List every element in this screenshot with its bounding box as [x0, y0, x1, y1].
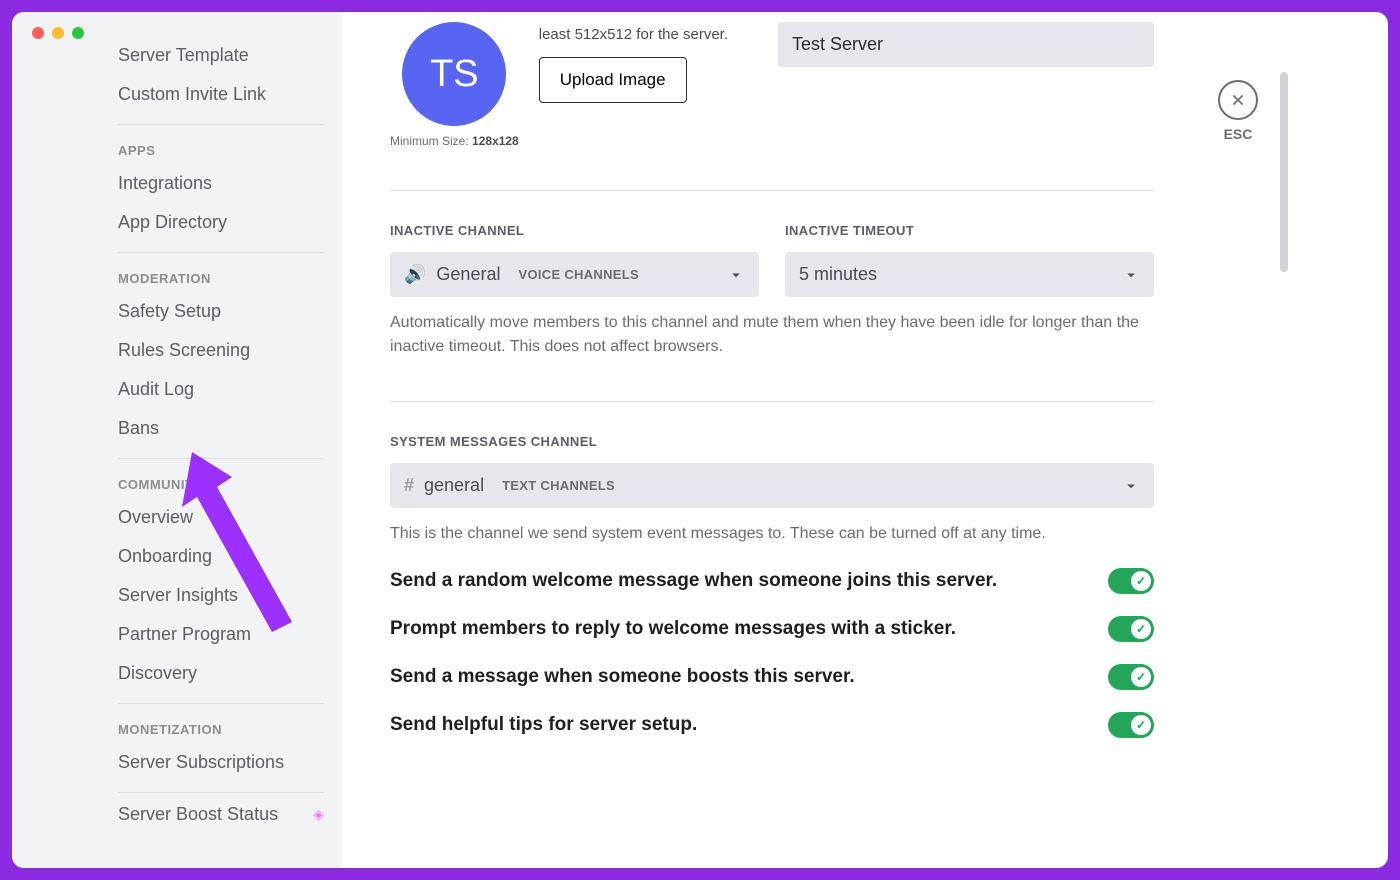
- sidebar-item-app-directory[interactable]: App Directory: [118, 203, 324, 242]
- hash-icon: #: [404, 475, 414, 496]
- toggle-tips[interactable]: ✓: [1108, 712, 1154, 738]
- toggle-row-sticker: Prompt members to reply to welcome messa…: [390, 616, 1154, 642]
- sidebar-header-community: COMMUNITY: [118, 461, 324, 498]
- chevron-down-icon: [727, 266, 745, 284]
- server-avatar[interactable]: TS: [402, 22, 506, 126]
- system-help-text: This is the channel we send system event…: [390, 522, 1154, 546]
- inactive-help-text: Automatically move members to this chann…: [390, 311, 1154, 359]
- inactive-channel-select[interactable]: 🔊 General VOICE CHANNELS: [390, 252, 759, 297]
- select-value: General: [436, 264, 500, 285]
- settings-sidebar: Server Template Custom Invite Link APPS …: [12, 12, 342, 868]
- sidebar-item-server-insights[interactable]: Server Insights: [118, 576, 324, 615]
- toggle-welcome[interactable]: ✓: [1108, 568, 1154, 594]
- server-name-input[interactable]: [778, 22, 1154, 67]
- sidebar-item-partner-program[interactable]: Partner Program: [118, 615, 324, 654]
- sidebar-item-audit-log[interactable]: Audit Log: [118, 370, 324, 409]
- window-minimize-icon[interactable]: [52, 27, 64, 39]
- scroll-thumb[interactable]: [1280, 72, 1288, 272]
- inactive-channel-label: INACTIVE CHANNEL: [390, 223, 759, 238]
- toggle-label: Prompt members to reply to welcome messa…: [390, 618, 956, 640]
- speaker-icon: 🔊: [404, 264, 426, 285]
- titlebar: [18, 18, 98, 48]
- select-subtext: TEXT CHANNELS: [502, 478, 615, 493]
- toggle-sticker[interactable]: ✓: [1108, 616, 1154, 642]
- sidebar-item-server-subscriptions[interactable]: Server Subscriptions: [118, 743, 324, 782]
- sidebar-item-safety-setup[interactable]: Safety Setup: [118, 292, 324, 331]
- min-size-note: Minimum Size: 128x128: [390, 134, 519, 148]
- chevron-down-icon: [1122, 477, 1140, 495]
- sidebar-item-label: Server Boost Status: [118, 804, 278, 825]
- toggle-boost[interactable]: ✓: [1108, 664, 1154, 690]
- sidebar-header-monetization: MONETIZATION: [118, 706, 324, 743]
- select-value: general: [424, 475, 484, 496]
- divider: [118, 703, 324, 704]
- scrollbar[interactable]: [1280, 22, 1288, 858]
- chevron-down-icon: [1122, 266, 1140, 284]
- sidebar-item-integrations[interactable]: Integrations: [118, 164, 324, 203]
- toggle-label: Send a message when someone boosts this …: [390, 666, 855, 688]
- window-close-icon[interactable]: [32, 27, 44, 39]
- size-recommendation: least 512x512 for the server.: [539, 26, 728, 43]
- sidebar-item-custom-invite-link[interactable]: Custom Invite Link: [118, 75, 324, 114]
- sidebar-item-overview[interactable]: Overview: [118, 498, 324, 537]
- esc-label: ESC: [1202, 126, 1274, 142]
- toggle-label: Send a random welcome message when someo…: [390, 570, 997, 592]
- content-area: TS Minimum Size: 128x128 least 512x512 f…: [342, 12, 1388, 868]
- divider: [390, 190, 1154, 191]
- select-value: 5 minutes: [799, 264, 877, 285]
- sidebar-header-moderation: MODERATION: [118, 255, 324, 292]
- sidebar-item-rules-screening[interactable]: Rules Screening: [118, 331, 324, 370]
- boost-icon: ◈: [313, 806, 324, 823]
- close-settings-button[interactable]: [1218, 80, 1258, 120]
- system-messages-select[interactable]: # general TEXT CHANNELS: [390, 463, 1154, 508]
- check-icon: ✓: [1131, 571, 1151, 591]
- inactive-timeout-label: INACTIVE TIMEOUT: [785, 223, 1154, 238]
- sidebar-item-bans[interactable]: Bans: [118, 409, 324, 448]
- toggle-row-tips: Send helpful tips for server setup. ✓: [390, 712, 1154, 738]
- close-icon: [1229, 91, 1247, 109]
- inactive-timeout-select[interactable]: 5 minutes: [785, 252, 1154, 297]
- sidebar-header-apps: APPS: [118, 127, 324, 164]
- sidebar-item-server-template[interactable]: Server Template: [118, 36, 324, 75]
- divider: [118, 124, 324, 125]
- divider: [118, 252, 324, 253]
- sidebar-item-server-boost-status[interactable]: Server Boost Status ◈: [118, 795, 324, 834]
- sidebar-item-onboarding[interactable]: Onboarding: [118, 537, 324, 576]
- sidebar-item-discovery[interactable]: Discovery: [118, 654, 324, 693]
- window-maximize-icon[interactable]: [72, 27, 84, 39]
- check-icon: ✓: [1131, 715, 1151, 735]
- upload-image-button[interactable]: Upload Image: [539, 57, 687, 103]
- toggle-row-welcome: Send a random welcome message when someo…: [390, 568, 1154, 594]
- toggle-label: Send helpful tips for server setup.: [390, 714, 697, 736]
- divider: [118, 458, 324, 459]
- divider: [390, 401, 1154, 402]
- toggle-row-boost: Send a message when someone boosts this …: [390, 664, 1154, 690]
- system-messages-label: SYSTEM MESSAGES CHANNEL: [390, 434, 1154, 449]
- app-window: Server Template Custom Invite Link APPS …: [12, 12, 1388, 868]
- select-subtext: VOICE CHANNELS: [518, 267, 639, 282]
- check-icon: ✓: [1131, 667, 1151, 687]
- divider: [118, 792, 324, 793]
- check-icon: ✓: [1131, 619, 1151, 639]
